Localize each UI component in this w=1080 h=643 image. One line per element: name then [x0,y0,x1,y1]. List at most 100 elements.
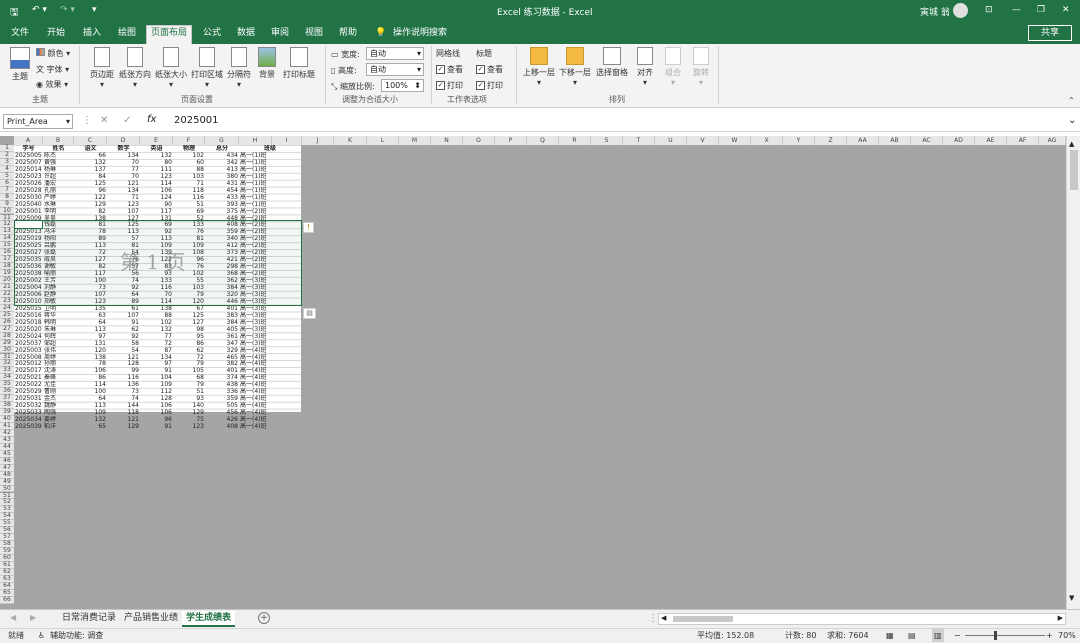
table-cell[interactable]: 黄强 [44,159,73,166]
table-cell[interactable]: 高一(3)班 [240,312,300,319]
selection-pane-button[interactable]: 选择窗格 [594,47,630,78]
collapse-ribbon-icon[interactable]: ⌃ [1068,96,1075,105]
table-cell[interactable]: 114 [141,180,172,187]
group-button[interactable]: 组合 ▾ [662,47,684,87]
height-select[interactable]: 自动 ▾ [366,63,424,76]
formula-input[interactable]: 2025001 [174,115,219,126]
close-icon[interactable]: ✕ [1062,5,1070,15]
table-cell[interactable]: 孔丽 [44,187,73,194]
table-cell[interactable]: 78 [75,360,106,367]
table-cell[interactable]: 121 [108,354,139,361]
table-cell[interactable]: 高一(3)班 [240,326,300,333]
table-cell[interactable]: 132 [141,326,172,333]
table-cell[interactable]: 2025016 [15,312,42,319]
headings-print-checkbox[interactable]: ✓ 打印 [476,80,503,91]
table-cell[interactable]: 65 [75,423,106,430]
save-icon[interactable]: 🖫 [10,5,19,22]
table-cell[interactable]: 106 [141,187,172,194]
table-cell[interactable]: 134 [108,187,139,194]
table-cell[interactable]: 64 [75,395,106,402]
table-cell[interactable]: 2025034 [15,416,42,423]
table-cell[interactable]: 2025012 [15,360,42,367]
header-cell[interactable]: 语文 [75,145,106,152]
error-check-icon[interactable]: ! [303,222,314,233]
table-cell[interactable]: 383 [206,312,238,319]
table-cell[interactable]: 2025008 [15,354,42,361]
table-cell[interactable]: 51 [174,201,204,208]
horizontal-scrollbar[interactable]: ◀ ▶ [658,613,1066,625]
column-header[interactable]: I [272,136,302,145]
table-cell[interactable]: 132 [141,152,172,159]
table-cell[interactable]: 91 [141,423,172,430]
table-cell[interactable]: 102 [174,152,204,159]
restore-icon[interactable]: ❐ [1037,5,1045,15]
table-cell[interactable]: 沈涛 [44,367,73,374]
table-cell[interactable]: 曹刚 [44,388,73,395]
table-cell[interactable]: 2025005 [15,152,42,159]
table-cell[interactable]: 465 [206,354,238,361]
tab-insert[interactable]: 插入 [78,26,106,44]
background-button[interactable]: 背景 [256,47,278,80]
zoom-slider-thumb[interactable] [994,631,997,640]
table-cell[interactable]: 127 [174,319,204,326]
column-header[interactable]: P [495,136,527,145]
table-cell[interactable]: 高一(3)班 [240,340,300,347]
table-cell[interactable]: 严婷 [44,194,73,201]
table-cell[interactable]: 高一(1)班 [240,152,300,159]
table-cell[interactable]: 129 [108,423,139,430]
sheet-tab-daily-expenses[interactable]: 日常消费记录 [58,611,120,627]
table-cell[interactable]: 许超 [44,173,73,180]
column-header[interactable]: T [623,136,655,145]
table-cell[interactable]: 高一(4)班 [240,388,300,395]
table-cell[interactable]: 2025021 [15,374,42,381]
table-cell[interactable]: 73 [108,388,139,395]
table-cell[interactable]: 433 [206,194,238,201]
table-cell[interactable]: 高一(1)班 [240,187,300,194]
header-cell[interactable]: 总分 [206,145,238,152]
count-stat[interactable]: 计数: 80 [785,629,816,642]
table-cell[interactable]: 505 [206,402,238,409]
table-cell[interactable]: 魏静 [44,402,73,409]
table-cell[interactable]: 姜婷 [44,416,73,423]
table-cell[interactable]: 朱琳 [44,326,73,333]
margins-button[interactable]: 页边距 ▾ [89,47,115,89]
table-cell[interactable]: 水琳 [44,201,73,208]
table-cell[interactable]: 88 [174,166,204,173]
avatar[interactable] [953,3,968,18]
table-cell[interactable]: 113 [75,326,106,333]
table-cell[interactable]: 134 [108,152,139,159]
page-break-view-icon[interactable]: ▥ [932,629,944,642]
table-cell[interactable]: 72 [141,340,172,347]
sheet-tab-sales[interactable]: 产品销售业绩 [120,611,182,627]
table-cell[interactable]: 84 [75,173,106,180]
table-cell[interactable]: 329 [206,347,238,354]
table-cell[interactable]: 92 [108,333,139,340]
table-cell[interactable]: 132 [75,159,106,166]
table-cell[interactable]: 107 [108,208,139,215]
table-cell[interactable]: 63 [75,312,106,319]
table-cell[interactable]: 112 [141,388,172,395]
table-cell[interactable]: 64 [75,319,106,326]
table-cell[interactable]: 408 [206,423,238,430]
table-cell[interactable]: 374 [206,374,238,381]
print-titles-button[interactable]: 打印标题 [282,47,316,80]
zoom-out-icon[interactable]: − [954,629,961,642]
column-header[interactable]: H [239,136,272,145]
column-header[interactable]: AF [1007,136,1039,145]
share-button[interactable]: 共享 [1028,25,1072,41]
table-cell[interactable]: 韩明 [44,319,73,326]
table-cell[interactable]: 高一(4)班 [240,374,300,381]
table-cell[interactable]: 111 [141,166,172,173]
column-header[interactable]: R [559,136,591,145]
effects-button[interactable]: ◉ 效果 ▾ [36,79,68,90]
tab-review[interactable]: 审阅 [266,26,294,44]
table-cell[interactable]: 杨琳 [44,166,73,173]
table-cell[interactable]: 高一(4)班 [240,347,300,354]
table-cell[interactable]: 123 [174,423,204,430]
table-cell[interactable]: 陶强 [44,409,73,416]
bring-forward-button[interactable]: 上移一层 ▾ [522,47,556,87]
table-cell[interactable]: 384 [206,319,238,326]
customize-qat-icon[interactable]: ▾ [92,5,97,15]
table-cell[interactable]: 122 [75,194,106,201]
table-cell[interactable]: 邹超 [44,340,73,347]
